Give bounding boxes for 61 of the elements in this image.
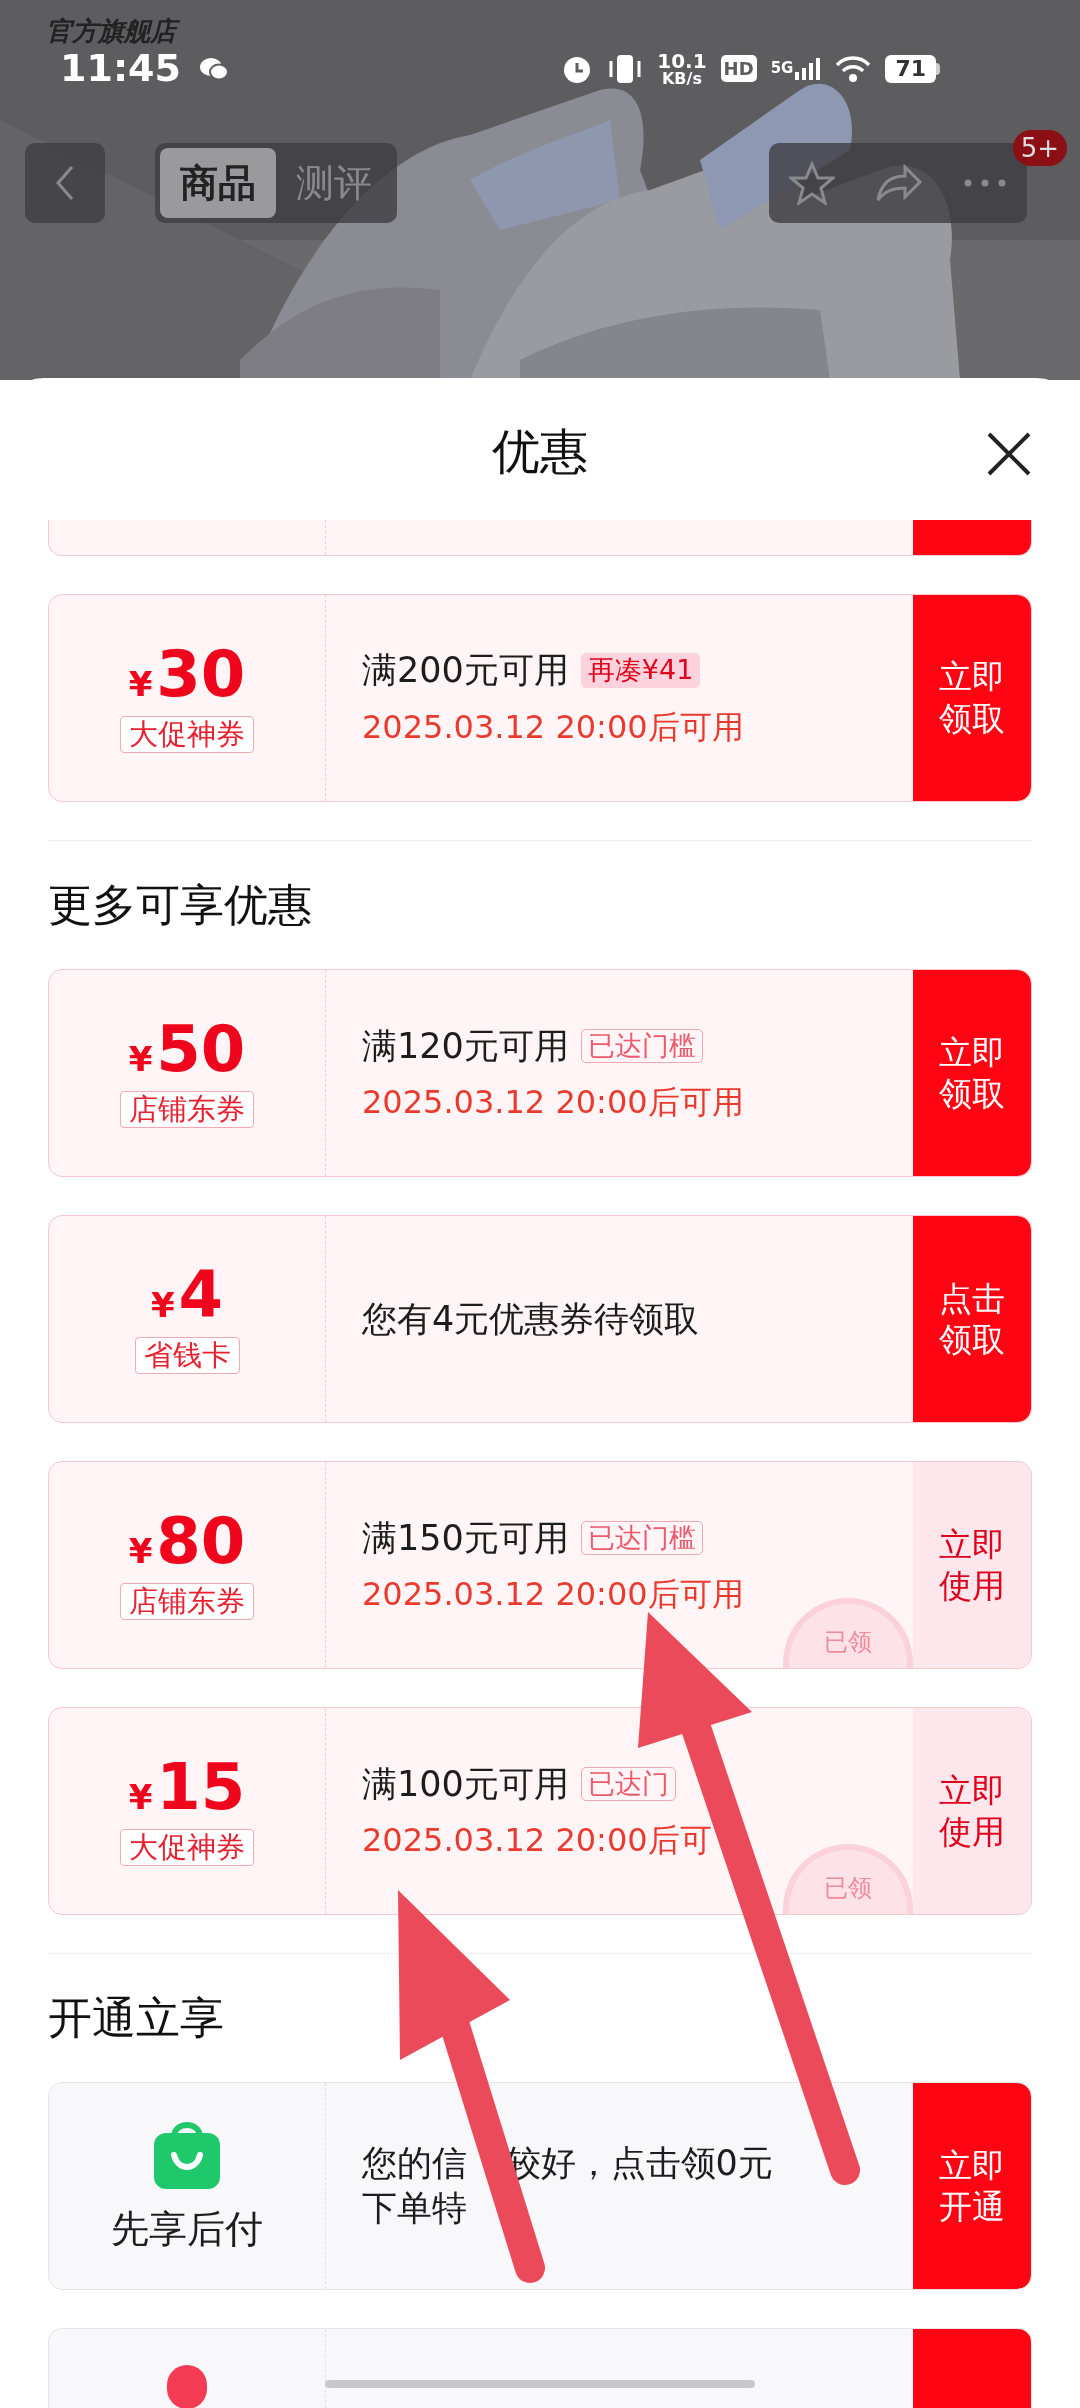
- coupon-type-label: 店铺东券: [120, 1583, 254, 1621]
- currency-symbol: ¥: [150, 1284, 175, 1328]
- service-label: 先享后付: [111, 2205, 263, 2253]
- coupon-amount: 30: [156, 642, 246, 707]
- coupon-action-button[interactable]: [913, 519, 1031, 555]
- claimed-stamp: 已领: [783, 1843, 913, 1914]
- coupon-tag: 已达门槛: [580, 1028, 703, 1063]
- coupon-condition: 您有4元优惠券待领取: [362, 1297, 700, 1341]
- header-tab[interactable]: 商品: [160, 148, 276, 218]
- coupon-action-button[interactable]: 立即开通: [913, 2083, 1031, 2289]
- coupon-amount: 50: [156, 1017, 246, 1082]
- header-tab[interactable]: 测评: [276, 148, 392, 218]
- service-description: 下单特: [362, 2187, 467, 2230]
- network-type: 5G: [770, 58, 794, 80]
- service-icon: [167, 2365, 207, 2408]
- coupon-valid-time: 2025.03.12 20:00后可用: [362, 706, 745, 748]
- currency-symbol: ¥: [128, 1038, 153, 1082]
- coupon-tag: 已达门: [580, 1766, 676, 1801]
- network-speed: 10.1: [657, 50, 707, 71]
- hd-badge: HD: [720, 55, 757, 82]
- coupon-valid-time: 2025.03.12 20:00后可用: [362, 1574, 745, 1616]
- coupon-action-button[interactable]: 立即领取: [913, 969, 1031, 1176]
- section-title: 更多可享优惠: [48, 877, 312, 932]
- coupon-type-label: 省钱卡: [134, 1337, 240, 1375]
- coupon-type-label: 店铺东券: [120, 1091, 254, 1129]
- vibrate-icon: [607, 52, 644, 85]
- share-icon[interactable]: [875, 163, 923, 203]
- network-speed-unit: KB/s: [661, 70, 702, 87]
- close-icon[interactable]: [986, 431, 1032, 477]
- wifi-icon: [835, 54, 872, 83]
- coupon-condition: 满120元可用: [362, 1024, 569, 1068]
- coupon-type-label: 大促神券: [120, 716, 254, 754]
- service-description: 您的信: [362, 2141, 467, 2185]
- coupon-action-button[interactable]: 立即使用: [913, 1707, 1031, 1914]
- battery-indicator: 71: [885, 54, 940, 83]
- currency-symbol: ¥: [128, 1776, 153, 1820]
- coupon-tag: 已达门槛: [580, 1520, 703, 1555]
- claimed-stamp: 已领: [783, 1597, 913, 1668]
- coupon-condition: 满150元可用: [362, 1516, 569, 1560]
- coupon-valid-time: 2025.03.12 20:00后可: [362, 1820, 713, 1862]
- back-button[interactable]: [25, 143, 105, 223]
- back-icon: [55, 165, 75, 201]
- currency-symbol: ¥: [128, 1530, 153, 1574]
- coupon-type-label: 大促神券: [120, 1829, 254, 1867]
- coupon-action-button[interactable]: 立即使用: [913, 1461, 1031, 1668]
- more-icon[interactable]: [963, 178, 1007, 188]
- coupon-amount: 4: [178, 1263, 224, 1328]
- sheet-title: 优惠: [492, 421, 588, 481]
- coupon-valid-time: 2025.03.12 20:00后可用: [362, 1082, 745, 1124]
- signal-icon: [795, 57, 822, 80]
- star-icon[interactable]: [789, 161, 835, 205]
- chat-icon: [198, 55, 229, 82]
- currency-symbol: ¥: [128, 663, 153, 707]
- coupon-amount: 15: [156, 1755, 246, 1820]
- section-title: 开通立享: [48, 1990, 224, 2045]
- coupon-action-button[interactable]: 点击领取: [913, 1215, 1031, 1422]
- coupon-condition: 满100元可用: [362, 1762, 569, 1806]
- coupon-condition: 满200元可用: [362, 649, 569, 693]
- coupon-tag: 再凑¥41: [580, 653, 701, 688]
- coupon-amount: 80: [156, 1509, 246, 1574]
- coupon-action-button[interactable]: 立即领取: [913, 594, 1031, 801]
